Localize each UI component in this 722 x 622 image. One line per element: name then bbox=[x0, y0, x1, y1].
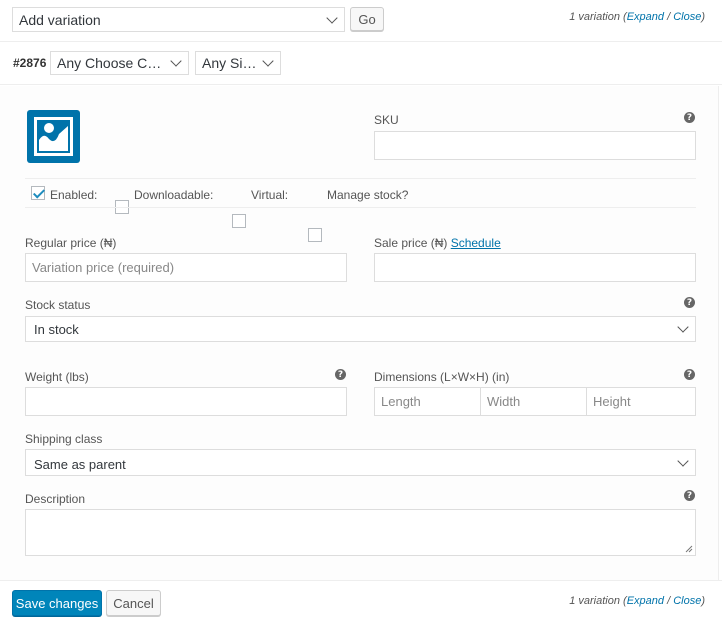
chevron-down-icon bbox=[170, 55, 182, 67]
stock-status-help-icon[interactable]: ? bbox=[684, 297, 695, 308]
size-attribute-select[interactable]: Any Size… bbox=[195, 51, 281, 75]
color-attribute-value: Any Choose Color… bbox=[57, 55, 166, 71]
sale-price-label: Sale price (₦) Schedule bbox=[374, 236, 501, 250]
chevron-down-icon bbox=[677, 321, 689, 333]
regular-price-label: Regular price (₦) bbox=[25, 236, 117, 250]
save-changes-button[interactable]: Save changes bbox=[12, 590, 102, 616]
divider bbox=[25, 207, 696, 208]
height-input[interactable]: Height bbox=[586, 387, 696, 416]
shipping-class-select[interactable]: Same as parent bbox=[25, 449, 696, 476]
variation-count-bottom: 1 variation (Expand / Close) bbox=[569, 595, 705, 607]
divider bbox=[25, 178, 696, 179]
chevron-down-icon bbox=[677, 454, 689, 467]
go-button[interactable]: Go bbox=[350, 7, 384, 31]
length-placeholder: Length bbox=[381, 394, 421, 409]
schedule-link[interactable]: Schedule bbox=[451, 236, 501, 250]
enabled-label: Enabled: bbox=[50, 188, 98, 202]
variation-image-button[interactable] bbox=[27, 110, 80, 163]
expand-link[interactable]: Expand bbox=[627, 11, 664, 23]
variation-count-top: 1 variation (Expand / Close) bbox=[569, 11, 705, 23]
add-variation-select[interactable]: Add variation bbox=[12, 7, 345, 32]
width-input[interactable]: Width bbox=[480, 387, 587, 416]
variation-id: #2876 bbox=[13, 56, 47, 70]
resize-handle-icon[interactable] bbox=[685, 545, 693, 553]
stock-status-select[interactable]: In stock bbox=[25, 316, 696, 342]
stock-status-label: Stock status bbox=[25, 298, 91, 312]
virtual-checkbox[interactable] bbox=[232, 214, 246, 228]
sku-input[interactable] bbox=[374, 131, 696, 160]
close-link[interactable]: Close bbox=[673, 595, 701, 607]
cancel-button[interactable]: Cancel bbox=[106, 590, 161, 616]
description-textarea[interactable] bbox=[25, 509, 696, 556]
dimensions-help-icon[interactable]: ? bbox=[684, 369, 695, 380]
manage-stock-checkbox[interactable] bbox=[308, 228, 322, 242]
image-placeholder-icon bbox=[27, 110, 80, 163]
stock-status-value: In stock bbox=[34, 321, 79, 337]
shipping-class-value: Same as parent bbox=[34, 456, 126, 472]
dimensions-label: Dimensions (L×W×H) (in) bbox=[374, 370, 510, 384]
sku-label: SKU bbox=[374, 113, 399, 127]
regular-price-input[interactable]: Variation price (required) bbox=[25, 253, 347, 282]
enabled-checkbox[interactable] bbox=[31, 186, 45, 200]
regular-price-placeholder: Variation price (required) bbox=[32, 260, 175, 275]
close-link[interactable]: Close bbox=[673, 11, 701, 23]
weight-help-icon[interactable]: ? bbox=[335, 369, 346, 380]
chevron-down-icon bbox=[262, 55, 274, 67]
chevron-down-icon bbox=[326, 11, 338, 24]
sale-price-input[interactable] bbox=[374, 253, 696, 282]
weight-input[interactable] bbox=[25, 387, 347, 416]
size-attribute-value: Any Size… bbox=[202, 55, 258, 71]
height-placeholder: Height bbox=[593, 394, 631, 409]
description-help-icon[interactable]: ? bbox=[684, 490, 695, 501]
weight-label: Weight (lbs) bbox=[25, 370, 89, 384]
color-attribute-select[interactable]: Any Choose Color… bbox=[50, 51, 189, 75]
downloadable-label: Downloadable: bbox=[134, 188, 214, 202]
description-label: Description bbox=[25, 492, 86, 506]
virtual-label: Virtual: bbox=[251, 188, 289, 202]
expand-link[interactable]: Expand bbox=[627, 595, 664, 607]
sku-help-icon[interactable]: ? bbox=[684, 112, 695, 123]
width-placeholder: Width bbox=[487, 394, 521, 409]
shipping-class-label: Shipping class bbox=[25, 432, 103, 446]
length-input[interactable]: Length bbox=[374, 387, 481, 416]
add-variation-value: Add variation bbox=[19, 11, 101, 28]
manage-stock-label: Manage stock? bbox=[327, 188, 409, 202]
